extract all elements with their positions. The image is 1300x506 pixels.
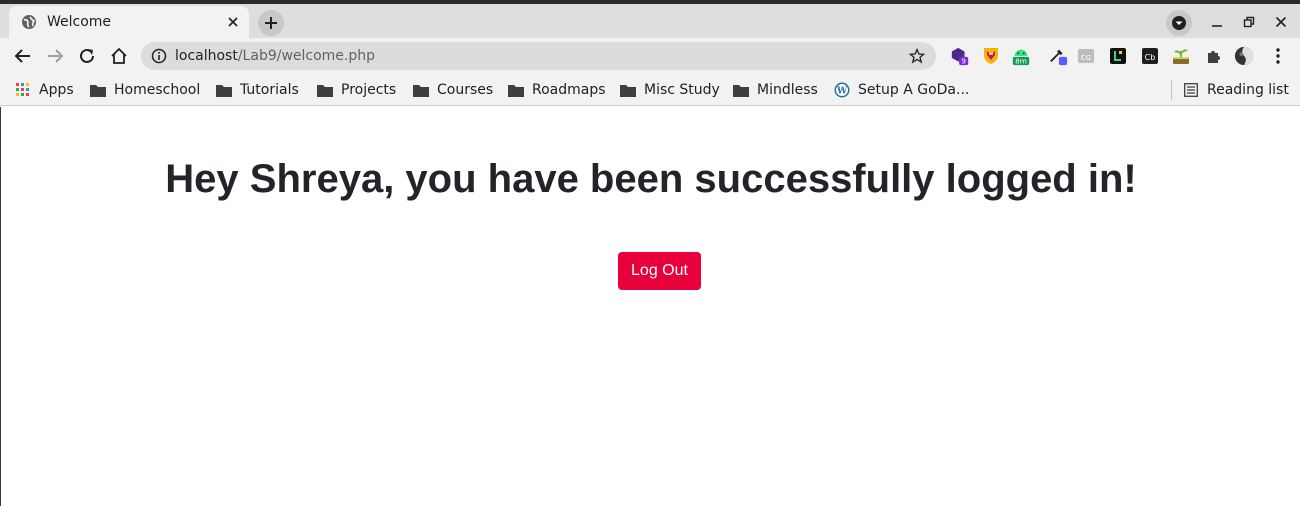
svg-text:ᴄɢ: ᴄɢ xyxy=(1081,53,1092,63)
bookmark-label: Tutorials xyxy=(240,82,299,98)
wordpress-icon: W xyxy=(834,82,850,98)
home-button[interactable] xyxy=(107,44,131,68)
reading-list-button[interactable]: Reading list xyxy=(1183,80,1289,100)
restore-button[interactable] xyxy=(1239,12,1259,32)
url-host: localhost xyxy=(175,48,238,64)
star-icon[interactable] xyxy=(908,47,926,65)
lastpass-ext-icon[interactable]: ᴄɢ xyxy=(1076,46,1096,66)
tab-strip: Welcome xyxy=(0,4,1300,38)
reading-list-icon xyxy=(1183,83,1199,97)
arrow-right-icon xyxy=(48,49,64,63)
profile-avatar[interactable] xyxy=(1234,46,1254,66)
bookmark-apps[interactable]: Apps xyxy=(15,80,74,100)
cube-ext-icon[interactable]: 9 xyxy=(950,46,970,66)
cb-ext-icon[interactable]: Cb xyxy=(1140,46,1160,66)
globe-icon xyxy=(21,14,37,30)
bookmark-setup-goda[interactable]: W Setup A GoDa... xyxy=(834,80,969,100)
close-icon[interactable] xyxy=(223,12,243,32)
tab-welcome[interactable]: Welcome xyxy=(9,6,249,38)
bookmark-label: Homeschool xyxy=(114,82,201,98)
folder-icon xyxy=(216,83,232,97)
greeting-suffix: , you have been successfully logged in! xyxy=(383,157,1137,201)
restore-icon xyxy=(1243,16,1255,28)
reload-button[interactable] xyxy=(75,44,99,68)
chevron-down-icon xyxy=(1172,16,1186,30)
bookmarks-bar: Apps Homeschool Tutorials Projects Cours… xyxy=(0,74,1300,106)
minimize-icon xyxy=(1212,25,1222,27)
arrow-left-icon xyxy=(14,49,30,63)
kebab-menu-icon[interactable] xyxy=(1268,46,1288,66)
folder-icon xyxy=(90,83,106,97)
back-button[interactable] xyxy=(11,44,35,68)
ext-badge-8m: 8m xyxy=(1015,57,1027,66)
logout-button[interactable]: Log Out xyxy=(618,252,701,290)
apps-grid-icon xyxy=(15,83,31,97)
android-ext-icon[interactable]: 8m xyxy=(1011,46,1031,66)
bookmark-tutorials[interactable]: Tutorials xyxy=(216,80,299,100)
folder-icon xyxy=(620,83,636,97)
info-icon[interactable] xyxy=(151,48,167,64)
plus-icon xyxy=(265,17,277,29)
ext-badge-9: 9 xyxy=(961,57,966,66)
bookmark-roadmaps[interactable]: Roadmaps xyxy=(508,80,606,100)
url-path: /Lab9/welcome.php xyxy=(237,48,376,64)
eyedropper-ext-icon[interactable] xyxy=(1048,46,1068,66)
plant-ext-icon[interactable] xyxy=(1171,46,1191,66)
tab-title: Welcome xyxy=(47,14,112,30)
new-tab-button[interactable] xyxy=(258,10,284,36)
greeting-prefix: Hey xyxy=(165,157,250,201)
bookmark-label: Projects xyxy=(341,82,397,98)
welcome-heading: Hey Shreya, you have been successfully l… xyxy=(1,157,1300,202)
bookmark-mindless[interactable]: Mindless xyxy=(733,80,818,100)
puzzle-icon[interactable] xyxy=(1204,46,1224,66)
browser-toolbar: localhost/Lab9/welcome.php 9 8m ᴄɢ Cb xyxy=(0,38,1300,74)
folder-icon xyxy=(733,83,749,97)
bookmark-label: Apps xyxy=(39,82,74,98)
close-window-button[interactable] xyxy=(1271,12,1291,32)
bookmark-label: Mindless xyxy=(757,82,818,98)
bookmark-courses[interactable]: Courses xyxy=(413,80,493,100)
leetcode-ext-icon[interactable] xyxy=(1108,46,1128,66)
shield-ext-icon[interactable] xyxy=(981,46,1001,66)
forward-button[interactable] xyxy=(43,44,67,68)
folder-icon xyxy=(508,83,524,97)
ext-badge-cb: Cb xyxy=(1145,53,1156,62)
bookmark-misc-study[interactable]: Misc Study xyxy=(620,80,720,100)
reading-list-label: Reading list xyxy=(1207,82,1289,98)
bookmark-label: Courses xyxy=(437,82,494,98)
close-icon xyxy=(1275,16,1287,28)
reload-icon xyxy=(80,48,94,63)
user-name: Shreya xyxy=(249,157,384,201)
bookmark-projects[interactable]: Projects xyxy=(317,80,396,100)
home-icon xyxy=(111,47,127,64)
minimize-button[interactable] xyxy=(1207,12,1227,32)
bookmark-label: Setup A GoDa... xyxy=(858,82,970,98)
svg-text:W: W xyxy=(836,87,848,97)
folder-icon xyxy=(413,83,429,97)
page-content: Hey Shreya, you have been successfully l… xyxy=(0,107,1300,506)
tab-search-button[interactable] xyxy=(1166,10,1192,36)
bookmark-homeschool[interactable]: Homeschool xyxy=(90,80,200,100)
folder-icon xyxy=(317,83,333,97)
address-bar[interactable]: localhost/Lab9/welcome.php xyxy=(141,42,936,70)
bookmarks-divider xyxy=(1171,80,1172,100)
bookmark-label: Misc Study xyxy=(644,82,720,98)
url-text[interactable]: localhost/Lab9/welcome.php xyxy=(175,48,375,64)
bookmark-label: Roadmaps xyxy=(532,82,606,98)
